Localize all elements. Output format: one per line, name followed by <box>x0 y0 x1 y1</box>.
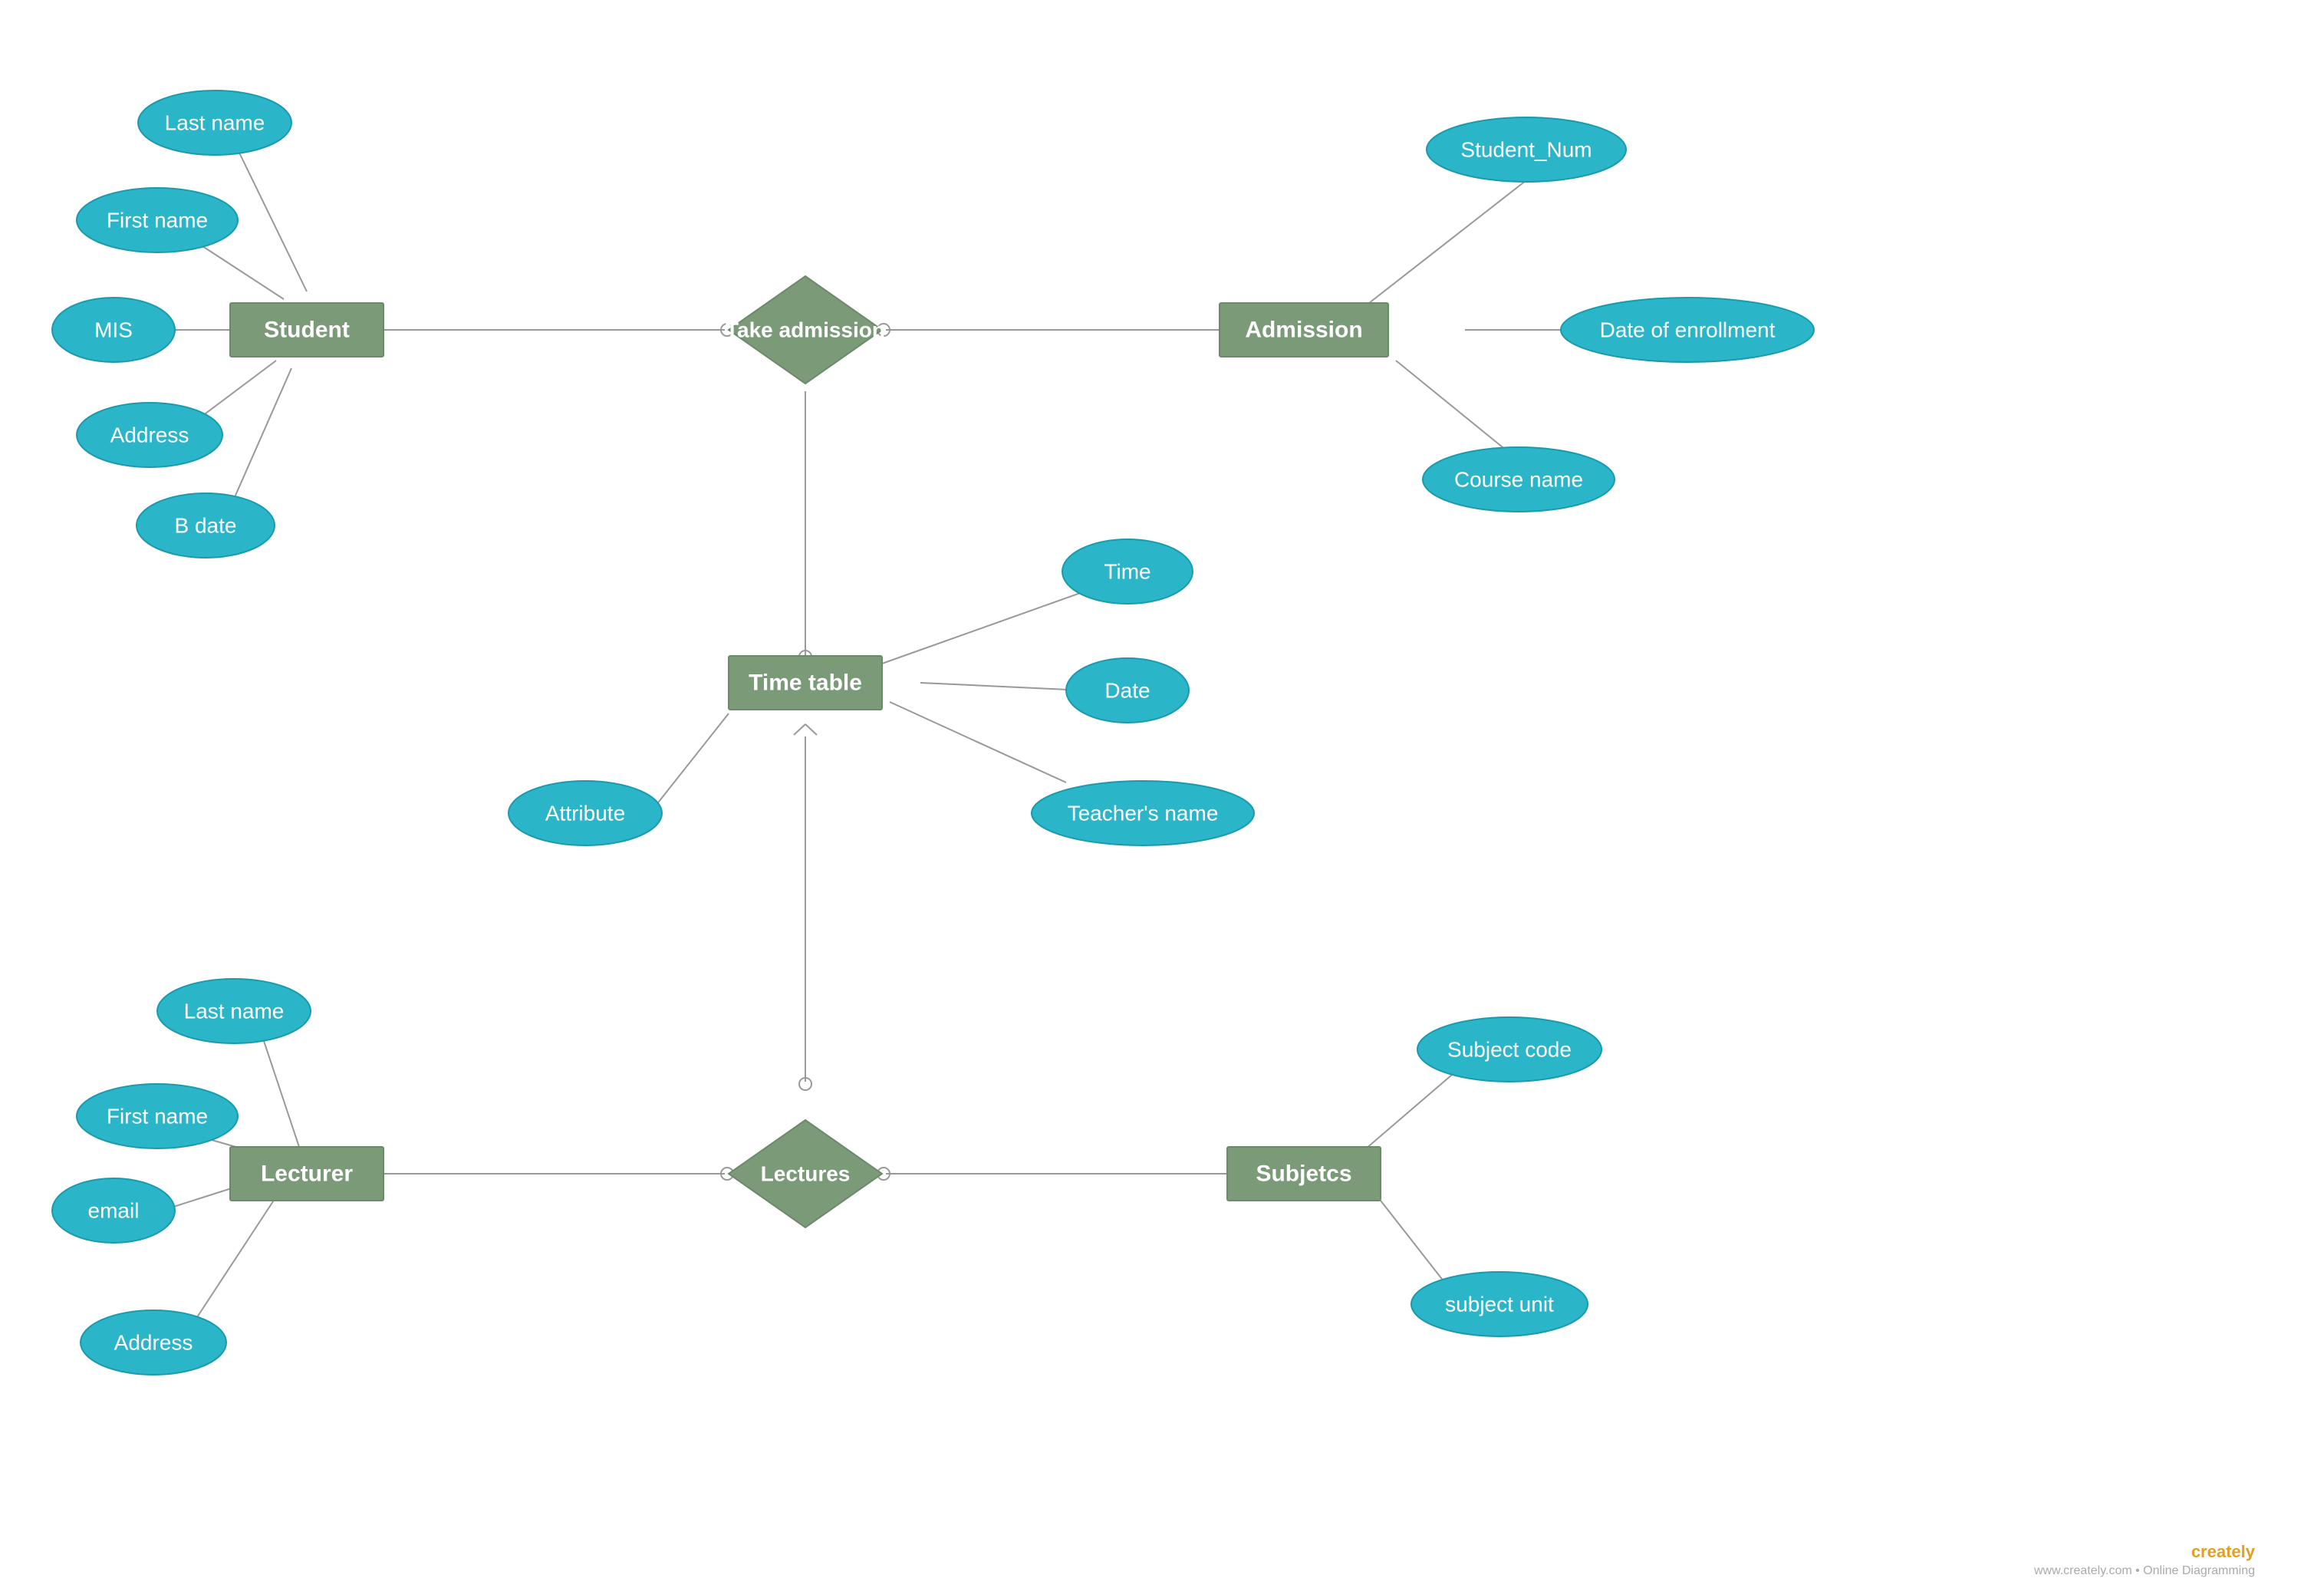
attr-subjetcs-subjectcode-label: Subject code <box>1447 1038 1572 1062</box>
attr-lecturer-email-label: email <box>88 1199 140 1223</box>
attr-student-mis-label: MIS <box>94 318 133 342</box>
attr-lecturer-address-label: Address <box>114 1331 193 1355</box>
entity-lecturer-label: Lecturer <box>261 1161 353 1187</box>
attr-lecturer-firstname-label: First name <box>107 1105 208 1128</box>
attr-admission-dateenrollment-label: Date of enrollment <box>1600 318 1776 342</box>
attr-admission-studentnum-label: Student_Num <box>1460 138 1592 162</box>
entity-admission-label: Admission <box>1245 318 1362 343</box>
attr-student-bdate-label: B date <box>175 514 237 538</box>
attr-student-address-label: Address <box>110 423 189 447</box>
attr-timetable-teachername-label: Teacher's name <box>1068 802 1219 825</box>
watermark-tagline: www.creately.com • Online Diagramming <box>2033 1564 2255 1577</box>
attr-timetable-attribute-label: Attribute <box>545 802 625 825</box>
entity-student-label: Student <box>264 318 350 343</box>
entity-subjetcs-label: Subjetcs <box>1256 1161 1351 1187</box>
attr-timetable-time-label: Time <box>1104 560 1150 584</box>
attr-admission-coursename-label: Course name <box>1454 468 1583 492</box>
attr-timetable-date-label: Date <box>1104 679 1150 703</box>
watermark-brand: creately <box>2191 1542 2256 1561</box>
rel-take-admission-label: Take admission <box>726 318 885 342</box>
attr-subjetcs-subjectunit-label: subject unit <box>1445 1293 1554 1316</box>
entity-timetable-label: Time table <box>749 670 862 696</box>
attr-student-firstname-label: First name <box>107 209 208 232</box>
rel-lectures-label: Lectures <box>761 1162 851 1186</box>
attr-student-lastname-label: Last name <box>165 111 265 135</box>
attr-lecturer-lastname-label: Last name <box>184 1000 285 1023</box>
